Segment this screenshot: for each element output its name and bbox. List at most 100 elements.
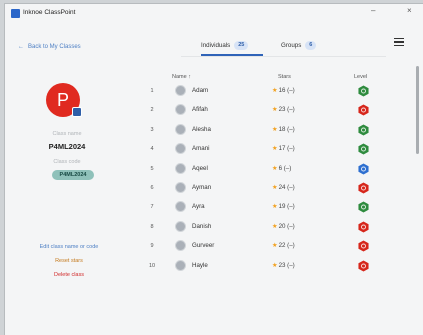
class-code-label: Class code bbox=[53, 159, 81, 165]
student-avatar-icon bbox=[175, 259, 186, 271]
tab-individuals[interactable]: Individuals 25 bbox=[201, 37, 249, 53]
tab-individuals-label: Individuals bbox=[201, 41, 231, 49]
star-icon: ★ bbox=[272, 145, 278, 153]
star-icon: ★ bbox=[272, 87, 278, 94]
row-rank: 6 bbox=[150, 185, 154, 191]
student-name: Ayman bbox=[192, 184, 212, 191]
student-name: Afifah bbox=[192, 106, 208, 114]
tab-groups-label: Groups bbox=[281, 41, 302, 49]
app-title: Inknoe ClassPoint bbox=[23, 9, 76, 16]
table-row[interactable]: 1 Adam ★16 (–) bbox=[145, 83, 380, 100]
class-badge-icon bbox=[72, 107, 82, 117]
star-icon: ★ bbox=[272, 261, 278, 269]
scrollbar[interactable] bbox=[416, 66, 419, 154]
column-header-level[interactable]: Level bbox=[354, 74, 367, 80]
star-count: 16 (–) bbox=[278, 87, 295, 94]
student-name: Hayle bbox=[192, 261, 208, 269]
student-stars: ★19 (–) bbox=[272, 203, 295, 210]
level-badge-icon bbox=[358, 260, 369, 272]
star-count: 24 (–) bbox=[278, 184, 295, 191]
star-count: 23 (–) bbox=[278, 261, 295, 269]
star-count: 20 (–) bbox=[278, 222, 295, 230]
close-button[interactable]: × bbox=[407, 7, 412, 15]
table-row[interactable]: 8 Danish ★20 (–) bbox=[145, 219, 380, 236]
student-name: Ayra bbox=[192, 203, 205, 211]
student-name: Adam bbox=[192, 87, 209, 94]
app-logo-icon bbox=[11, 9, 20, 18]
star-icon: ★ bbox=[272, 164, 278, 172]
student-avatar-icon bbox=[175, 220, 186, 232]
star-icon: ★ bbox=[272, 184, 278, 191]
row-rank: 7 bbox=[150, 204, 154, 211]
level-badge-icon bbox=[358, 163, 369, 175]
hamburger-menu-icon[interactable] bbox=[394, 38, 404, 47]
level-badge-icon bbox=[358, 240, 369, 252]
class-name: P4ML2024 bbox=[48, 142, 86, 151]
level-badge-icon bbox=[358, 201, 369, 213]
minimize-button[interactable]: – bbox=[371, 7, 375, 15]
student-avatar-icon bbox=[175, 162, 186, 174]
column-header-stars[interactable]: Stars bbox=[278, 74, 291, 80]
delete-class-link[interactable]: Delete class bbox=[9, 272, 129, 278]
level-badge-icon bbox=[358, 221, 369, 233]
star-count: 19 (–) bbox=[278, 203, 295, 211]
student-stars: ★23 (–) bbox=[272, 106, 295, 113]
individuals-count-badge: 25 bbox=[234, 40, 249, 50]
student-stars: ★24 (–) bbox=[272, 184, 295, 191]
student-stars: ★18 (–) bbox=[272, 126, 295, 133]
star-icon: ★ bbox=[272, 203, 278, 211]
student-avatar-icon bbox=[175, 104, 186, 116]
back-arrow-icon: ← bbox=[18, 44, 24, 50]
back-link-label: Back to My Classes bbox=[28, 44, 81, 50]
tab-groups[interactable]: Groups 6 bbox=[281, 37, 317, 53]
class-code-chip: P4ML2024 bbox=[52, 170, 94, 180]
row-rank: 1 bbox=[150, 88, 154, 94]
back-to-classes-link[interactable]: ← Back to My Classes bbox=[18, 44, 81, 50]
student-avatar-icon bbox=[175, 123, 186, 135]
column-header-name[interactable]: Name ↑ bbox=[172, 74, 191, 80]
level-badge-icon bbox=[358, 85, 369, 97]
reset-stars-link[interactable]: Reset stars bbox=[9, 258, 129, 264]
table-row[interactable]: 6 Ayman ★24 (–) bbox=[145, 180, 380, 197]
level-badge-icon bbox=[358, 124, 369, 136]
row-rank: 9 bbox=[150, 243, 154, 250]
student-avatar-icon bbox=[175, 143, 186, 155]
row-rank: 3 bbox=[150, 126, 154, 133]
student-avatar-icon bbox=[175, 201, 186, 213]
view-tabs: Individuals 25 Groups 6 bbox=[201, 37, 381, 53]
level-badge-icon bbox=[358, 143, 369, 155]
class-name-label: Class name bbox=[52, 131, 82, 137]
student-name: Danish bbox=[192, 222, 212, 230]
table-row[interactable]: 4 Amani ★17 (–) bbox=[145, 141, 380, 158]
table-row[interactable]: 10 Hayle ★23 (–) bbox=[145, 258, 380, 275]
star-icon: ★ bbox=[272, 106, 278, 114]
student-avatar-icon bbox=[175, 85, 186, 96]
row-rank: 5 bbox=[150, 165, 154, 172]
row-rank: 4 bbox=[150, 146, 154, 153]
star-count: 22 (–) bbox=[278, 242, 295, 250]
groups-count-badge: 6 bbox=[305, 40, 317, 50]
student-name: Aqeel bbox=[192, 164, 208, 172]
star-count: 17 (–) bbox=[278, 145, 295, 153]
app-window: Inknoe ClassPoint – × ← Back to My Classe… bbox=[4, 3, 423, 335]
star-icon: ★ bbox=[272, 242, 278, 250]
star-icon: ★ bbox=[272, 125, 278, 133]
row-rank: 2 bbox=[150, 107, 154, 114]
table-row[interactable]: 5 Aqeel ★6 (–) bbox=[145, 161, 380, 178]
student-name: Gurveer bbox=[192, 242, 215, 250]
table-row[interactable]: 7 Ayra ★19 (–) bbox=[145, 199, 380, 216]
student-name: Amani bbox=[192, 145, 210, 153]
student-stars: ★6 (–) bbox=[272, 165, 291, 172]
level-badge-icon bbox=[358, 182, 369, 194]
student-stars: ★20 (–) bbox=[272, 223, 295, 230]
tab-divider bbox=[181, 56, 386, 57]
student-name: Alesha bbox=[192, 125, 211, 133]
table-row[interactable]: 9 Gurveer ★22 (–) bbox=[145, 238, 380, 255]
edit-class-link[interactable]: Edit class name or code bbox=[9, 244, 129, 250]
student-stars: ★22 (–) bbox=[272, 242, 295, 249]
student-avatar-icon bbox=[175, 182, 186, 193]
star-count: 18 (–) bbox=[278, 125, 295, 133]
table-row[interactable]: 3 Alesha ★18 (–) bbox=[145, 122, 380, 139]
row-rank: 10 bbox=[148, 262, 156, 269]
table-row[interactable]: 2 Afifah ★23 (–) bbox=[145, 102, 380, 119]
